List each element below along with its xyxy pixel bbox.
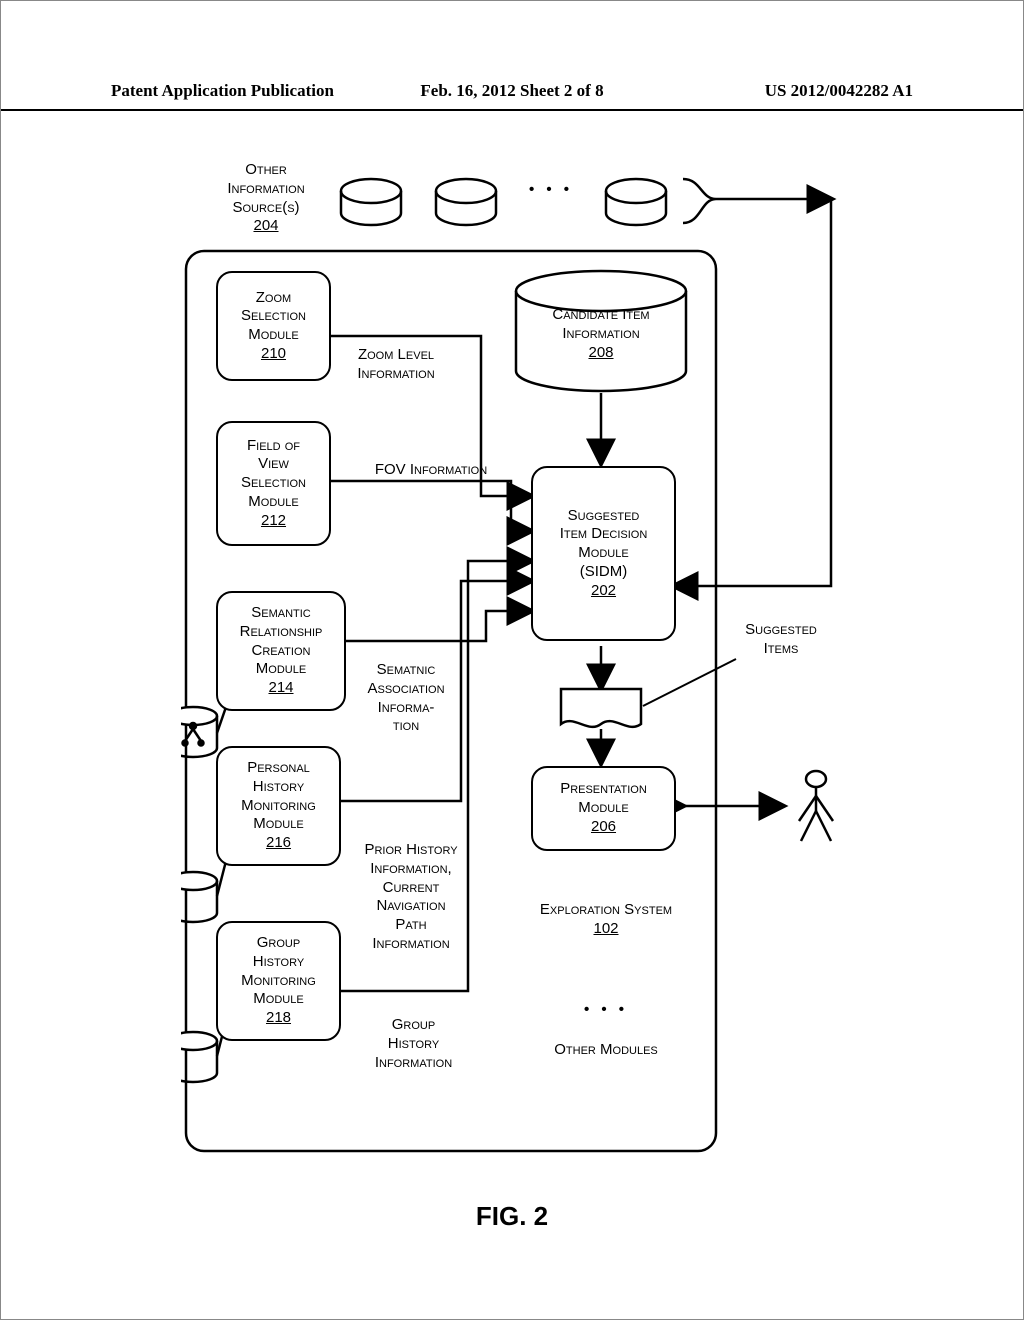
sidm-module: Suggested Item Decision Module (SIDM) 20… <box>531 466 676 641</box>
text: Personal <box>247 759 310 778</box>
text: Selection <box>241 307 306 326</box>
text: Module <box>256 660 306 679</box>
header-rule <box>1 109 1023 111</box>
exploration-system-label: Exploration System 102 <box>506 901 706 939</box>
text: History <box>253 778 304 797</box>
page-header: Patent Application Publication Feb. 16, … <box>111 81 913 101</box>
text: Candidate Item <box>552 306 649 323</box>
personal-history-module: Personal History Monitoring Module 216 <box>216 746 341 866</box>
ref-204: 204 <box>253 217 278 234</box>
figure-2: Other Information Source(s) 204 • • • Zo… <box>181 161 861 1181</box>
text: Monitoring <box>241 972 316 991</box>
text: Suggested <box>568 507 640 526</box>
text: Source(s) <box>232 199 299 216</box>
group-history-module: Group History Monitoring Module 218 <box>216 921 341 1041</box>
text: Creation <box>252 642 311 661</box>
other-modules-label: Other Modules <box>531 1041 681 1060</box>
text: Information <box>227 180 304 197</box>
ref-102: 102 <box>593 920 618 937</box>
flow-suggested-items: Suggested Items <box>726 621 836 659</box>
zoom-selection-module: Zoom Selection Module 210 <box>216 271 331 381</box>
page: Patent Application Publication Feb. 16, … <box>0 0 1024 1320</box>
ellipsis-bottom: • • • <box>576 1001 636 1020</box>
figure-caption: FIG. 2 <box>1 1201 1023 1232</box>
flow-prior-history: Prior History Information, Current Navig… <box>351 841 471 954</box>
ref-214: 214 <box>268 679 293 698</box>
text: Exploration System <box>540 901 672 918</box>
text: Module <box>253 990 303 1009</box>
text: View <box>258 455 289 474</box>
text: Relationship <box>240 623 323 642</box>
ref-216: 216 <box>266 834 291 853</box>
header-left: Patent Application Publication <box>111 81 334 101</box>
text: Zoom <box>256 289 291 308</box>
text: Information <box>562 325 639 342</box>
text: Selection <box>241 474 306 493</box>
flow-group-history: Group History Information <box>356 1016 471 1072</box>
header-right: US 2012/0042282 A1 <box>765 81 913 101</box>
text: Semantic <box>251 604 311 623</box>
text: Other <box>245 161 287 178</box>
presentation-module: Presentation Module 206 <box>531 766 676 851</box>
ref-206: 206 <box>591 818 616 837</box>
fov-selection-module: Field of View Selection Module 212 <box>216 421 331 546</box>
ref-210: 210 <box>261 345 286 364</box>
text: Item Decision <box>560 525 648 544</box>
text: Group <box>257 934 300 953</box>
ellipsis-top: • • • <box>521 181 581 200</box>
flow-semantic-assoc: Sematnic Association Informa- tion <box>351 661 461 736</box>
ref-218: 218 <box>266 1009 291 1028</box>
ref-208: 208 <box>588 344 613 361</box>
text: Presentation <box>560 780 647 799</box>
candidate-item-info-label: Candidate Item Information 208 <box>526 306 676 362</box>
text: Module <box>578 544 628 563</box>
flow-zoom-level: Zoom Level Information <box>341 346 451 384</box>
other-info-sources-label: Other Information Source(s) 204 <box>201 161 331 236</box>
text: Module <box>253 815 303 834</box>
flow-fov-info: FOV Information <box>351 461 511 480</box>
text: Module <box>248 493 298 512</box>
text: (SIDM) <box>580 563 628 582</box>
text: Module <box>248 326 298 345</box>
semantic-relationship-module: Semantic Relationship Creation Module 21… <box>216 591 346 711</box>
text: Module <box>578 799 628 818</box>
text: Field of <box>247 437 300 456</box>
ref-202: 202 <box>591 582 616 601</box>
ref-212: 212 <box>261 512 286 531</box>
text: Monitoring <box>241 797 316 816</box>
text: History <box>253 953 304 972</box>
